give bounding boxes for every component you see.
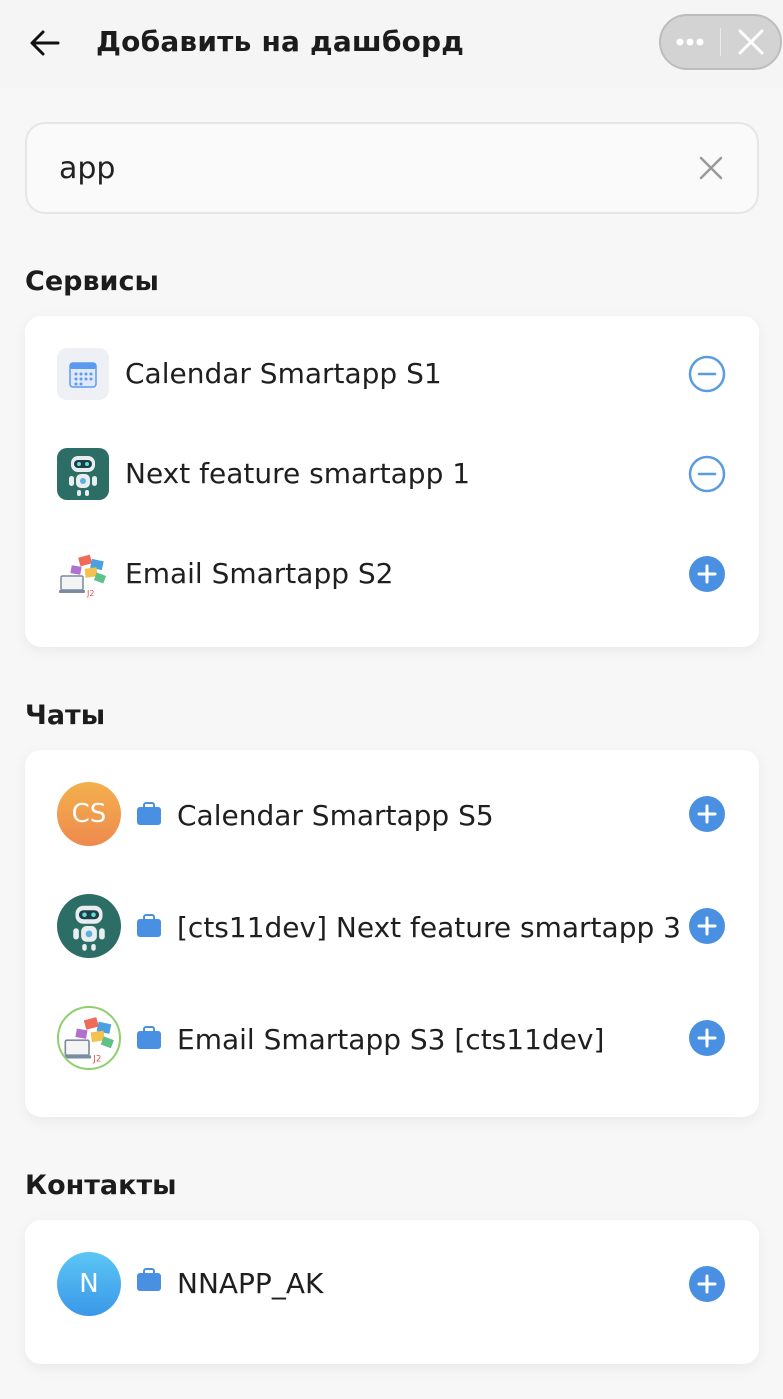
add-circle-icon[interactable] <box>688 1265 726 1303</box>
service-label: Email Smartapp S2 <box>125 557 394 590</box>
list-item[interactable]: J2 Email Smartapp S3 [cts11dev] <box>25 982 759 1094</box>
services-section-title: Сервисы <box>25 266 159 297</box>
avatar-initials: CS <box>71 799 107 829</box>
close-button[interactable] <box>721 16 780 68</box>
contacts-section-title: Контакты <box>25 1170 177 1201</box>
services-card: Calendar Smartapp S1 Next feature smarta… <box>25 316 759 647</box>
remove-circle-icon[interactable] <box>688 355 726 393</box>
email-illustration-icon: J2 <box>57 548 109 600</box>
briefcase-icon <box>137 1026 161 1049</box>
close-icon <box>738 29 764 55</box>
window-controls <box>659 14 782 70</box>
contact-label: NNAPP_AK <box>177 1267 324 1300</box>
list-item[interactable]: [cts11dev] Next feature smartapp 3 <box>25 870 759 982</box>
list-item[interactable]: Next feature smartapp 1 <box>25 426 759 526</box>
search-input[interactable] <box>59 146 659 190</box>
arrow-left-icon <box>30 30 60 56</box>
briefcase-icon <box>137 914 161 937</box>
svg-text:J2: J2 <box>86 589 94 598</box>
add-circle-icon[interactable] <box>688 795 726 833</box>
avatar-initials: N <box>79 1269 99 1299</box>
add-circle-icon[interactable] <box>688 907 726 945</box>
chats-card: CS Calendar Smartapp S5 [cts11dev] Next … <box>25 750 759 1117</box>
header: Добавить на дашборд <box>0 0 783 88</box>
clear-search-button[interactable] <box>695 152 727 184</box>
page-title: Добавить на дашборд <box>96 25 465 58</box>
robot-icon <box>57 894 121 958</box>
main-content: Сервисы Calendar Smartapp S1 <box>0 88 783 1399</box>
back-button[interactable] <box>22 20 68 66</box>
more-button[interactable] <box>661 16 720 68</box>
more-dots-icon <box>676 38 704 46</box>
chat-label: Calendar Smartapp S5 <box>177 799 494 832</box>
contacts-card: N NNAPP_AK <box>25 1220 759 1364</box>
service-label: Calendar Smartapp S1 <box>125 357 442 390</box>
chats-section-title: Чаты <box>25 700 106 731</box>
calendar-icon <box>57 348 109 400</box>
list-item[interactable]: Calendar Smartapp S1 <box>25 316 759 426</box>
email-illustration-icon: J2 <box>57 1006 121 1070</box>
add-circle-icon[interactable] <box>688 1019 726 1057</box>
chat-label: Email Smartapp S3 [cts11dev] <box>177 1023 605 1056</box>
search-box <box>25 122 759 214</box>
list-item[interactable]: N NNAPP_AK <box>25 1220 759 1364</box>
chat-label: [cts11dev] Next feature smartapp 3 <box>177 911 681 944</box>
close-icon <box>699 156 723 180</box>
add-circle-icon[interactable] <box>688 555 726 593</box>
list-item[interactable]: J2 Email Smartapp S2 <box>25 526 759 626</box>
service-label: Next feature smartapp 1 <box>125 457 471 490</box>
avatar: CS <box>57 782 121 846</box>
robot-icon <box>57 448 109 500</box>
avatar: N <box>57 1252 121 1316</box>
svg-text:J2: J2 <box>92 1055 101 1065</box>
briefcase-icon <box>137 1268 161 1291</box>
list-item[interactable]: CS Calendar Smartapp S5 <box>25 750 759 870</box>
remove-circle-icon[interactable] <box>688 455 726 493</box>
briefcase-icon <box>137 802 161 825</box>
